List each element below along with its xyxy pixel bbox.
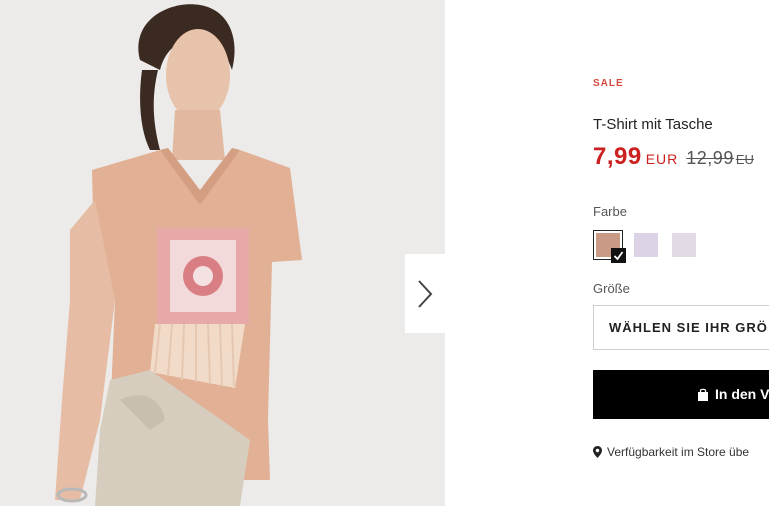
- next-image-button[interactable]: [405, 254, 445, 333]
- swatch-rose[interactable]: [593, 230, 626, 263]
- swatch-lilac[interactable]: [669, 230, 699, 260]
- store-availability-text: Verfügbarkeit im Store übe: [607, 445, 750, 459]
- checkmark-icon: [611, 248, 626, 263]
- swatch-color: [634, 233, 658, 257]
- store-availability-link[interactable]: Verfügbarkeit im Store übe: [593, 445, 749, 459]
- size-label: Größe: [593, 281, 630, 296]
- chevron-right-icon: [418, 279, 433, 308]
- add-to-cart-label: In den V: [715, 386, 769, 402]
- color-label: Farbe: [593, 204, 627, 219]
- swatch-lavender-print[interactable]: [631, 230, 661, 260]
- price-old-currency: EU: [735, 152, 754, 167]
- sale-badge: SALE: [593, 78, 624, 89]
- size-select-placeholder: WÄHLEN SIE IHR GRÖ: [609, 320, 768, 335]
- add-to-cart-button[interactable]: In den V: [593, 370, 769, 419]
- product-title: T-Shirt mit Tasche: [593, 116, 713, 133]
- price-old: 12,99: [686, 148, 734, 168]
- price-now-currency: EUR: [645, 151, 679, 167]
- model-photo: [0, 0, 445, 506]
- price-now: 7,99: [593, 143, 642, 170]
- size-select[interactable]: WÄHLEN SIE IHR GRÖ: [593, 305, 769, 350]
- shopping-bag-icon: [698, 388, 708, 401]
- product-info: SALE T-Shirt mit Tasche 7,99 EUR 12,99 EU F…: [593, 0, 769, 506]
- swatch-color: [672, 233, 696, 257]
- color-swatches: [593, 230, 707, 263]
- price: 7,99 EUR 12,99 EU: [593, 143, 754, 171]
- location-pin-icon: [593, 446, 602, 458]
- product-image: [0, 0, 445, 506]
